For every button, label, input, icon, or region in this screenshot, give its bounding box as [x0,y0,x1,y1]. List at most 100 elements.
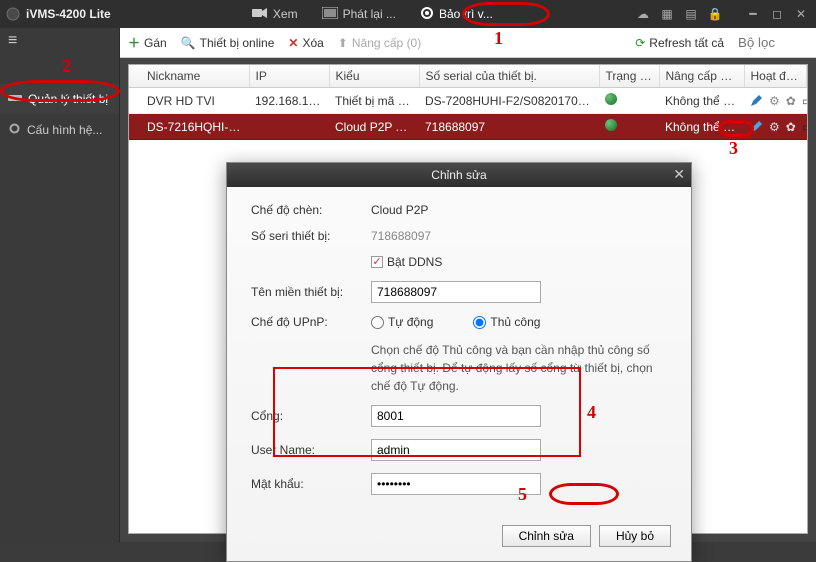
dialog-header[interactable]: Chỉnh sửa ✕ [227,163,691,187]
user-label: User Name: [251,443,371,457]
user-input[interactable] [371,439,541,461]
refresh-icon: ⟳ [635,36,645,50]
toolbar: ＋ Gán 🔍 Thiết bị online ✕ Xóa ⬆ Nâng cấp… [120,28,816,58]
settings2-icon[interactable]: ✿ [786,120,796,134]
gear-icon[interactable]: ⚙ [769,120,780,134]
pass-input[interactable] [371,473,541,495]
dialog-title: Chỉnh sửa [431,168,486,182]
edit-icon[interactable] [750,120,763,134]
upnp-manual-radio[interactable]: Thủ công [473,315,540,329]
gear-icon [8,122,21,138]
cell-serial: DS-7208HUHI-F2/S0820170405CC... [419,88,599,114]
pass-label: Mật khẩu: [251,477,371,491]
toolbar-upgrade-label: Nâng cấp (0) [352,36,421,50]
domain-label: Tên miền thiết bị: [251,285,371,299]
cell-upgrade: Không thể nân... [659,114,744,140]
cell-serial: 718688097 [419,114,599,140]
toolbar-delete-label: Xóa [302,36,323,50]
top-nav: Xem Phát lại ... Bảo trì v... [111,6,634,23]
cell-ops: ⚙ ✿ ▭ [744,114,807,140]
ddns-checkbox[interactable]: Bật DDNS [371,255,667,269]
nav-maintenance[interactable]: Bảo trì v... [420,6,493,23]
cell-ip [249,114,329,140]
lock-icon[interactable]: 🔒 [706,5,724,23]
cell-type: Thiết bị mã hóa [329,88,419,114]
col-type[interactable]: Kiểu [329,65,419,88]
grid-icon[interactable]: ▦ [658,5,676,23]
upnp-note: Chọn chế độ Thủ công và bạn cần nhập thủ… [371,341,671,395]
col-ip[interactable]: IP [249,65,329,88]
dialog-ok-button[interactable]: Chỉnh sửa [502,525,591,547]
mode-value: Cloud P2P [371,203,667,217]
titlebar: iVMS-4200 Lite Xem Phát lại ... Bảo trì … [0,0,816,28]
nav-view-label: Xem [273,7,298,21]
device-table: Nickname IP Kiểu Số serial của thiết bị.… [129,65,807,140]
port-input[interactable] [371,405,541,427]
globe-icon [605,119,617,131]
maximize-icon[interactable]: ◻ [768,5,786,23]
up-arrow-icon: ⬆ [338,36,348,50]
toolbar-add[interactable]: ＋ Gán [128,34,167,51]
domain-input[interactable] [371,281,541,303]
toolbar-add-label: Gán [144,36,167,50]
cloud-icon[interactable]: ☁ [634,5,652,23]
col-upgrade[interactable]: Nâng cấp vi ch... [659,65,744,88]
cell-nickname: DS-7216HQHI-F2-N(7186... [129,114,249,140]
cell-upgrade: Không thể nân... [659,88,744,114]
table-row[interactable]: DVR HD TVI 192.168.1.100 Thiết bị mã hóa… [129,88,807,114]
toolbar-online[interactable]: 🔍 Thiết bị online [181,36,275,50]
cell-nickname: DVR HD TVI [129,88,249,114]
settings2-icon[interactable]: ✿ [786,94,796,108]
close-icon[interactable]: ✕ [673,166,685,183]
col-serial[interactable]: Số serial của thiết bị. [419,65,599,88]
nav-view[interactable]: Xem [252,7,298,22]
cell-ip: 192.168.1.100 [249,88,329,114]
col-nickname[interactable]: Nickname [129,65,249,88]
device-icon[interactable]: ▭ [802,94,807,108]
nav-maintenance-label: Bảo trì v... [439,7,493,21]
serial-label: Số seri thiết bị: [251,229,371,243]
sidebar-item-label: Quản lý thiết bị [28,92,108,106]
port-label: Cổng: [251,409,371,423]
hamburger-icon[interactable]: ≡ [0,28,119,54]
plus-icon: ＋ [128,34,140,51]
sidebar-item-label: Cấu hình hệ... [27,123,102,137]
window-icons: ☁ ▦ ▤ 🔒 ━ ◻ ✕ [634,5,816,23]
table-row[interactable]: DS-7216HQHI-F2-N(7186... Cloud P2P Thiế.… [129,114,807,140]
minimize-icon[interactable]: ━ [744,5,762,23]
device-icon[interactable]: ▭ [802,120,807,134]
toolbar-online-label: Thiết bị online [200,36,275,50]
toolbar-upgrade[interactable]: ⬆ Nâng cấp (0) [338,36,421,50]
nav-playback[interactable]: Phát lại ... [322,7,396,22]
gear-icon [420,6,434,23]
app-logo-icon [0,0,26,28]
sidebar: ≡ Quản lý thiết bị Cấu hình hệ... [0,28,120,542]
sidebar-item-system-cfg[interactable]: Cấu hình hệ... [0,114,119,146]
dialog-cancel-button[interactable]: Hủy bỏ [599,525,671,547]
close-window-icon[interactable]: ✕ [792,5,810,23]
globe-icon [605,93,617,105]
toolbar-refresh[interactable]: ⟳ Refresh tất cả [635,36,724,50]
stats-icon[interactable]: ▤ [682,5,700,23]
device-icon [8,92,22,106]
cell-type: Cloud P2P Thiế... [329,114,419,140]
sidebar-item-device-mgmt[interactable]: Quản lý thiết bị [0,84,119,114]
table-header-row: Nickname IP Kiểu Số serial của thiết bị.… [129,65,807,88]
col-ops[interactable]: Hoạt động [744,65,807,88]
upnp-auto-radio[interactable]: Tự động [371,315,433,329]
nav-playback-label: Phát lại ... [343,7,396,21]
app-title: iVMS-4200 Lite [26,7,111,21]
gear-icon[interactable]: ⚙ [769,94,780,108]
cell-ops: ⚙ ✿ ▭ [744,88,807,114]
film-icon [322,7,338,22]
checkbox-icon [371,256,383,268]
edit-dialog: Chỉnh sửa ✕ Chế độ chèn: Cloud P2P Số se… [226,162,692,562]
filter-input[interactable] [738,35,808,50]
edit-icon[interactable] [750,94,763,108]
upnp-label: Chế độ UPnP: [251,315,371,329]
ddns-label: Bật DDNS [387,255,442,269]
serial-value: 718688097 [371,229,667,243]
toolbar-delete[interactable]: ✕ Xóa [288,36,323,50]
col-status[interactable]: Trạng thái ... [599,65,659,88]
cell-status [599,88,659,114]
